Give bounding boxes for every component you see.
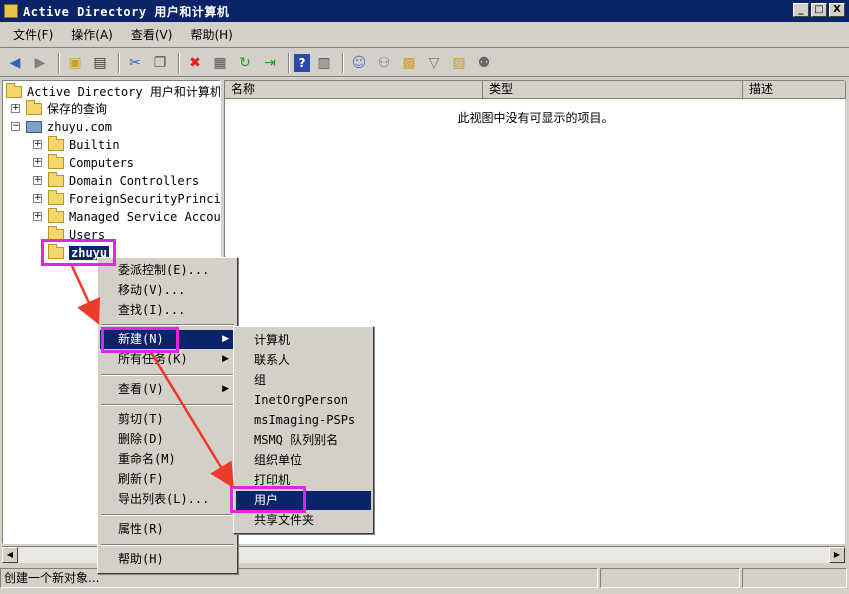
- menu-help[interactable]: 帮助(H): [181, 26, 241, 43]
- back-icon[interactable]: ◀: [4, 52, 26, 74]
- menu-item-delete[interactable]: 删除(D): [100, 430, 235, 449]
- forward-icon[interactable]: ▶: [29, 52, 51, 74]
- submenu-item-computer[interactable]: 计算机: [236, 331, 371, 350]
- folder-icon: [48, 189, 64, 205]
- collapse-icon[interactable]: −: [11, 122, 20, 131]
- tree-item-label: Managed Service Accour: [69, 209, 221, 224]
- console-root-icon: [6, 82, 22, 98]
- refresh-icon[interactable]: ↻: [234, 52, 256, 74]
- submenu-item-inetorgperson[interactable]: InetOrgPerson: [236, 391, 371, 410]
- annotation-box-user: [230, 486, 306, 513]
- tree-item-domain[interactable]: − zhuyu.com: [11, 118, 112, 135]
- export-icon[interactable]: ⇥: [259, 52, 281, 74]
- folder-icon: [48, 135, 64, 151]
- tree-item-label: Computers: [69, 155, 135, 170]
- properties-icon[interactable]: ▦: [209, 52, 231, 74]
- window-title: Active Directory 用户和计算机: [23, 4, 230, 19]
- users-icon[interactable]: ☺: [348, 52, 370, 74]
- app-icon: [4, 4, 18, 18]
- menu-item-export-list[interactable]: 导出列表(L)...: [100, 490, 235, 509]
- tree-item-label: Builtin: [69, 137, 120, 152]
- menu-file[interactable]: 文件(F): [4, 26, 62, 43]
- expand-icon[interactable]: +: [33, 212, 42, 221]
- tree-item-saved-queries[interactable]: + 保存的查询: [11, 99, 108, 117]
- ou-icon[interactable]: ▩: [398, 52, 420, 74]
- column-header-description[interactable]: 描述: [743, 81, 846, 99]
- domain-icon: [26, 120, 42, 133]
- delete-icon[interactable]: ✖: [184, 52, 206, 74]
- menu-view[interactable]: 查看(V): [122, 26, 182, 43]
- menu-item-all-tasks-label: 所有任务(K): [118, 352, 188, 366]
- folder-icon: [48, 153, 64, 169]
- tree-item-foreign-security[interactable]: + ForeignSecurityPrincip: [33, 189, 221, 207]
- submenu-item-msimaging-psps[interactable]: msImaging-PSPs: [236, 411, 371, 430]
- tree-item-computers[interactable]: + Computers: [33, 153, 135, 171]
- folder-icon: [48, 171, 64, 187]
- expand-icon[interactable]: +: [33, 194, 42, 203]
- menu-item-cut[interactable]: 剪切(T): [100, 410, 235, 429]
- tree-root-label: Active Directory 用户和计算机: [27, 85, 221, 99]
- menu-item-refresh[interactable]: 刷新(F): [100, 470, 235, 489]
- show-tree-icon[interactable]: ▤: [89, 52, 111, 74]
- menu-action[interactable]: 操作(A): [62, 26, 122, 43]
- status-panel-3: [742, 568, 847, 588]
- submenu-arrow-icon: ▶: [222, 334, 229, 344]
- tree-item-builtin[interactable]: + Builtin: [33, 135, 120, 153]
- help-icon[interactable]: ?: [294, 53, 310, 72]
- menu-item-help[interactable]: 帮助(H): [100, 550, 235, 569]
- delegate-icon[interactable]: ⚉: [473, 52, 495, 74]
- folder-icon: [48, 207, 64, 223]
- expand-icon[interactable]: +: [33, 140, 42, 149]
- group-icon[interactable]: ⚇: [373, 52, 395, 74]
- maximize-button[interactable]: □: [811, 3, 827, 17]
- expand-icon[interactable]: +: [33, 158, 42, 167]
- find-icon[interactable]: ▨: [448, 52, 470, 74]
- toolbar: ◀ ▶ ▣ ▤ ✂ ❐ ✖ ▦ ↻ ⇥ ? ▥ ☺ ⚇ ▩ ▽ ▨ ⚉: [0, 49, 849, 77]
- console-icon[interactable]: ▥: [313, 52, 335, 74]
- submenu-arrow-icon: ▶: [222, 384, 229, 394]
- submenu-item-ou[interactable]: 组织单位: [236, 451, 371, 470]
- tree-item-label: Domain Controllers: [69, 173, 200, 188]
- up-folder-icon[interactable]: ▣: [64, 52, 86, 74]
- menu-item-properties[interactable]: 属性(R): [100, 520, 235, 539]
- submenu-arrow-icon: ▶: [222, 354, 229, 364]
- tree-item-label: ForeignSecurityPrincip: [69, 191, 221, 206]
- menu-item-move[interactable]: 移动(V)...: [100, 281, 235, 300]
- tree-item-label: zhuyu.com: [47, 119, 113, 134]
- minimize-button[interactable]: _: [793, 3, 809, 17]
- expand-icon[interactable]: +: [33, 176, 42, 185]
- menu-bar: 文件(F) 操作(A) 查看(V) 帮助(H): [0, 22, 849, 48]
- context-menu: 委派控制(E)... 移动(V)... 查找(I)... 新建(N) ▶ 所有任务…: [97, 257, 238, 574]
- menu-item-rename[interactable]: 重命名(M): [100, 450, 235, 469]
- submenu-item-shared-folder[interactable]: 共享文件夹: [236, 511, 371, 530]
- expand-icon[interactable]: +: [11, 104, 20, 113]
- menu-item-view-label: 查看(V): [118, 382, 164, 396]
- annotation-box-zhuyu: [41, 239, 116, 266]
- status-text: 创建一个新对象...: [0, 568, 598, 588]
- tree-root[interactable]: Active Directory 用户和计算机: [6, 82, 221, 100]
- title-bar[interactable]: Active Directory 用户和计算机 _ □ X: [0, 0, 849, 22]
- column-header-name[interactable]: 名称: [225, 81, 483, 99]
- submenu-item-msmq-alias[interactable]: MSMQ 队列别名: [236, 431, 371, 450]
- tree-item-domain-controllers[interactable]: + Domain Controllers: [33, 171, 200, 189]
- tree-item-managed-service[interactable]: + Managed Service Accour: [33, 207, 221, 225]
- scroll-left-icon[interactable]: ◀: [2, 547, 18, 563]
- submenu-item-contact[interactable]: 联系人: [236, 351, 371, 370]
- folder-icon: [26, 99, 42, 115]
- menu-item-find[interactable]: 查找(I)...: [100, 301, 235, 320]
- tree-item-label: 保存的查询: [47, 102, 108, 116]
- copy-icon[interactable]: ❐: [149, 52, 171, 74]
- filter-icon[interactable]: ▽: [423, 52, 445, 74]
- menu-item-delegate[interactable]: 委派控制(E)...: [100, 261, 235, 280]
- empty-list-message: 此视图中没有可显示的项目。: [457, 111, 614, 125]
- close-button[interactable]: X: [829, 3, 845, 17]
- status-panel-2: [600, 568, 740, 588]
- annotation-box-new: [101, 327, 179, 353]
- cut-icon[interactable]: ✂: [124, 52, 146, 74]
- scroll-right-icon[interactable]: ▶: [829, 547, 845, 563]
- menu-item-view[interactable]: 查看(V) ▶: [100, 380, 235, 399]
- submenu-item-group[interactable]: 组: [236, 371, 371, 390]
- column-header-type[interactable]: 类型: [483, 81, 743, 99]
